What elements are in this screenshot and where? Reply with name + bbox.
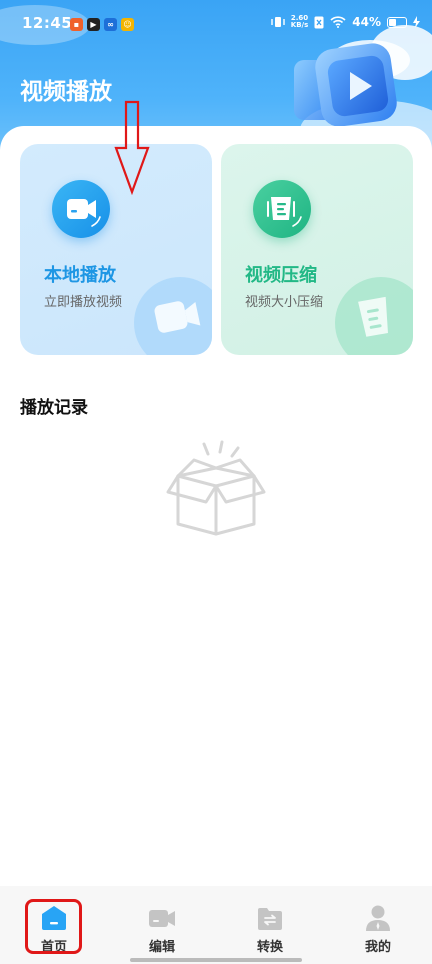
video-camera-icon bbox=[52, 180, 110, 238]
notification-app-icon: ▪ bbox=[70, 18, 83, 31]
video-compress-card[interactable]: 视频压缩 视频大小压缩 bbox=[221, 144, 413, 355]
no-sim-icon bbox=[314, 16, 324, 28]
nav-edit-label: 编辑 bbox=[148, 940, 175, 955]
vibrate-icon bbox=[271, 17, 285, 27]
nav-edit[interactable]: 编辑 bbox=[108, 886, 216, 958]
nav-profile[interactable]: 我的 bbox=[324, 886, 432, 958]
page-title: 视频播放 bbox=[20, 79, 112, 105]
nav-profile-label: 我的 bbox=[364, 940, 391, 955]
annotation-highlight-frame bbox=[25, 899, 82, 954]
empty-box-icon bbox=[166, 440, 266, 536]
video-compress-subtitle: 视频大小压缩 bbox=[245, 295, 324, 310]
compress-decoration-icon bbox=[335, 277, 413, 355]
play-icon bbox=[294, 43, 397, 127]
history-title: 播放记录 bbox=[20, 398, 88, 418]
convert-icon bbox=[258, 908, 282, 930]
network-speed: 2.60 KB/s bbox=[291, 15, 308, 29]
battery-percent: 44% bbox=[352, 15, 381, 29]
video-compress-title: 视频压缩 bbox=[245, 265, 317, 286]
notification-app-icon: ▶ bbox=[87, 18, 100, 31]
status-indicators: 2.60 KB/s 44% bbox=[271, 15, 420, 29]
compress-icon bbox=[253, 180, 311, 238]
video-camera-decoration-icon bbox=[134, 277, 212, 355]
notification-icons: ▪ ▶ ∞ ☺ bbox=[70, 18, 134, 31]
charging-icon bbox=[413, 16, 420, 28]
local-play-title: 本地播放 bbox=[44, 265, 116, 286]
notification-app-icon: ☺ bbox=[121, 18, 134, 31]
wifi-icon bbox=[330, 16, 346, 28]
edit-video-icon bbox=[149, 910, 175, 927]
network-speed-unit: KB/s bbox=[290, 21, 309, 29]
notification-app-icon: ∞ bbox=[104, 18, 117, 31]
local-play-subtitle: 立即播放视频 bbox=[44, 295, 123, 310]
battery-icon bbox=[387, 16, 407, 28]
home-indicator bbox=[130, 958, 302, 962]
battery-fill bbox=[389, 18, 396, 26]
status-time: 12:45 bbox=[22, 14, 73, 32]
annotation-arrow-icon bbox=[114, 100, 150, 195]
nav-convert[interactable]: 转换 bbox=[216, 886, 324, 958]
profile-icon bbox=[366, 905, 390, 931]
nav-convert-label: 转换 bbox=[256, 940, 283, 955]
